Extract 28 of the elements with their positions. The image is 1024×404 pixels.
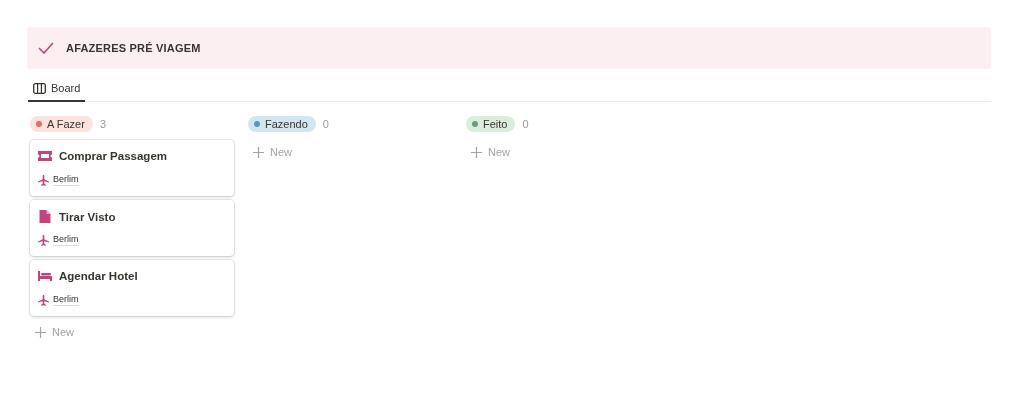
plus-icon [471,146,482,158]
relation-link[interactable]: Berlim [53,174,79,186]
board-tab[interactable]: Board [28,79,86,102]
status-label: Feito [483,118,508,130]
card-count: 0 [322,118,329,130]
card-title: Comprar Passagem [59,150,168,162]
card-title: Agendar Hotel [59,270,138,282]
status-label: Fazendo [265,118,308,130]
board-icon [33,82,46,94]
plus-icon [35,326,46,338]
card-count: 0 [522,118,529,130]
card-title: Tirar Visto [59,210,116,223]
airplane-icon [38,234,49,246]
checkmark-icon [38,42,54,54]
status-label: A Fazer [47,118,85,130]
task-card[interactable]: Agendar Hotel Berlim [30,260,234,316]
relation-link[interactable]: Berlim [53,294,79,306]
plus-icon [253,146,264,158]
airplane-icon [38,294,49,306]
task-card[interactable]: Comprar Passagem Berlim [30,140,234,196]
task-card[interactable]: Tirar Visto Berlim [30,200,234,256]
ticket-icon [38,151,52,161]
document-icon [38,210,52,223]
bed-icon [38,271,52,281]
page-title: AFAZERES PRÉ VIAGEM [66,42,201,54]
airplane-icon [38,174,49,186]
relation-link[interactable]: Berlim [53,234,79,246]
card-count: 3 [99,118,107,130]
